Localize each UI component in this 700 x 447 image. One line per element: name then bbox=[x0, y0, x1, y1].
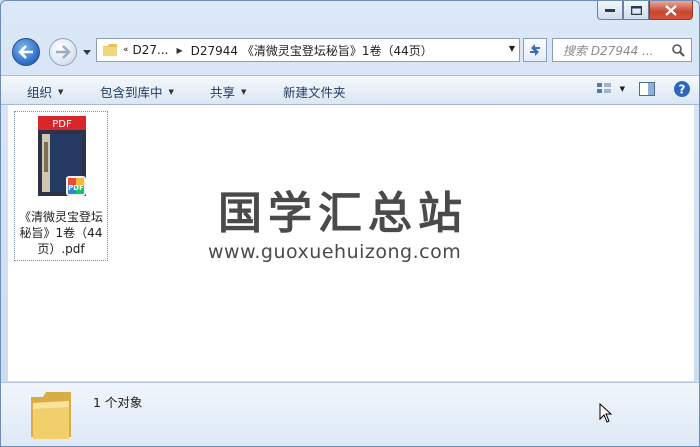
svg-text:?: ? bbox=[679, 83, 686, 97]
preview-pane-button[interactable] bbox=[639, 82, 655, 96]
pdf-file-icon: PDF PDF bbox=[38, 116, 86, 196]
refresh-button[interactable] bbox=[523, 38, 547, 62]
view-icon bbox=[596, 83, 611, 93]
address-bar[interactable]: « D27... ▶ D27944 《清微灵宝登坛秘旨》1卷（44页） ▼ bbox=[96, 38, 520, 62]
toolbar-right-group: ▼ ? bbox=[596, 80, 691, 98]
chevron-down-icon: ▼ bbox=[619, 85, 625, 93]
file-name-line: 页）.pdf bbox=[37, 242, 85, 256]
chevron-down-icon: ▼ bbox=[168, 87, 174, 96]
navigation-bar: « D27... ▶ D27944 《清微灵宝登坛秘旨》1卷（44页） ▼ 搜索… bbox=[1, 37, 699, 66]
item-count: 1 个对象 bbox=[93, 395, 143, 410]
view-options-button[interactable]: ▼ bbox=[596, 82, 625, 96]
mouse-cursor-icon bbox=[599, 403, 613, 423]
details-pane: 1 个对象 bbox=[1, 382, 699, 446]
share-menu[interactable]: 共享 ▼ bbox=[210, 82, 246, 101]
folder-icon bbox=[103, 44, 117, 56]
maximize-button[interactable] bbox=[623, 1, 649, 20]
organize-menu[interactable]: 组织 ▼ bbox=[27, 82, 63, 101]
command-bar: 组织 ▼ 包含到库中 ▼ 共享 ▼ 新建文件夹 ▼ ? bbox=[1, 75, 699, 105]
chevron-down-icon: ▼ bbox=[58, 87, 64, 96]
help-button[interactable]: ? bbox=[673, 80, 691, 98]
file-name-line: 《清微灵宝登坛 bbox=[18, 210, 103, 224]
pdf-thumb-label: PDF bbox=[52, 119, 72, 130]
preview-pane-icon bbox=[639, 82, 655, 96]
watermark-url: www.guoxuehuizong.com bbox=[208, 241, 462, 263]
folder-icon bbox=[31, 392, 71, 439]
forward-button[interactable] bbox=[49, 38, 77, 66]
minimize-button[interactable] bbox=[597, 1, 623, 20]
maximize-icon bbox=[630, 5, 642, 15]
explorer-window: « D27... ▶ D27944 《清微灵宝登坛秘旨》1卷（44页） ▼ 搜索… bbox=[0, 0, 700, 447]
chevron-down-icon bbox=[83, 49, 91, 55]
breadcrumb-overflow[interactable]: « bbox=[123, 45, 129, 55]
close-button[interactable] bbox=[649, 1, 693, 20]
include-in-library-menu[interactable]: 包含到库中 ▼ bbox=[100, 82, 174, 101]
recent-pages-dropdown[interactable] bbox=[82, 46, 92, 58]
share-label: 共享 bbox=[210, 85, 236, 100]
minimize-icon bbox=[605, 9, 615, 12]
caption-buttons bbox=[597, 1, 693, 20]
new-folder-label: 新建文件夹 bbox=[283, 85, 346, 100]
organize-label: 组织 bbox=[27, 85, 53, 100]
forward-arrow-icon bbox=[56, 45, 71, 59]
watermark-title: 国学汇总站 bbox=[218, 188, 468, 239]
file-name[interactable]: 《清微灵宝登坛 秘旨》1卷（44 页）.pdf bbox=[15, 209, 107, 257]
search-input[interactable]: 搜索 D27944 ... bbox=[552, 38, 692, 62]
file-name-line: 秘旨》1卷（44 bbox=[19, 226, 103, 240]
search-placeholder: 搜索 D27944 ... bbox=[563, 43, 654, 58]
breadcrumb-segment-current[interactable]: D27944 《清微灵宝登坛秘旨》1卷（44页） bbox=[191, 42, 433, 59]
file-item-pdf[interactable]: PDF PDF 《清微灵宝登坛 秘旨》1卷（44 页）.pdf bbox=[14, 111, 108, 261]
search-icon bbox=[672, 44, 685, 57]
include-in-library-label: 包含到库中 bbox=[100, 85, 163, 100]
close-icon bbox=[665, 4, 677, 16]
pdf-badge-label: PDF bbox=[68, 184, 84, 192]
new-folder-button[interactable]: 新建文件夹 bbox=[283, 82, 346, 101]
chevron-down-icon: ▼ bbox=[241, 87, 247, 96]
address-history-dropdown[interactable]: ▼ bbox=[509, 44, 515, 53]
help-icon: ? bbox=[674, 81, 690, 97]
breadcrumb-segment-parent[interactable]: D27... bbox=[133, 43, 169, 57]
refresh-icon bbox=[530, 44, 540, 56]
breadcrumb-separator-icon[interactable]: ▶ bbox=[176, 46, 182, 55]
file-list-pane[interactable]: PDF PDF 《清微灵宝登坛 秘旨》1卷（44 页）.pdf 国学汇总站 ww… bbox=[8, 105, 694, 381]
back-button[interactable] bbox=[12, 38, 40, 66]
back-arrow-icon bbox=[18, 45, 33, 59]
